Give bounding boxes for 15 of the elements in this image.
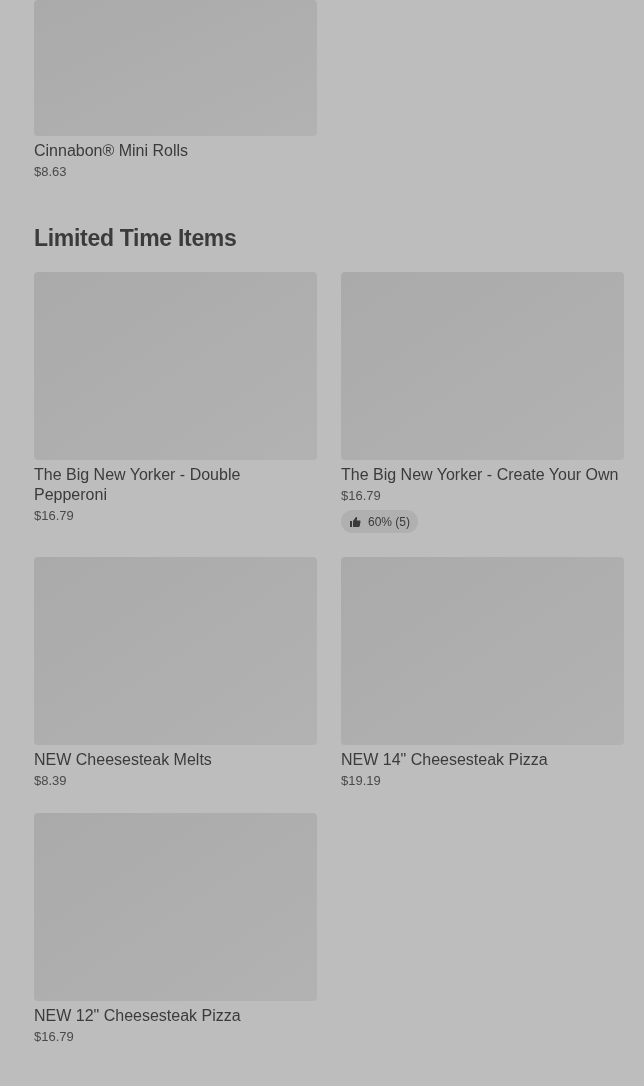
item-price: $16.79 bbox=[34, 508, 75, 524]
item-name: The Big New Yorker - Create Your Own bbox=[341, 465, 620, 485]
thumbs-up-icon bbox=[349, 515, 361, 528]
rating-text: 60% (5) bbox=[368, 513, 411, 531]
section-heading: Limited Time Items bbox=[34, 224, 238, 252]
item-price: $8.39 bbox=[34, 773, 68, 789]
item-price: $19.19 bbox=[341, 773, 382, 789]
item-name: NEW 14" Cheesesteak Pizza bbox=[341, 750, 549, 770]
item-name: Cinnabon® Mini Rolls bbox=[34, 141, 190, 161]
item-price: $16.79 bbox=[34, 1029, 75, 1045]
item-price: $8.63 bbox=[34, 164, 68, 180]
item-name: The Big New Yorker - Double Pepperoni bbox=[34, 465, 242, 505]
item-name: NEW Cheesesteak Melts bbox=[34, 750, 213, 770]
item-name: NEW 12" Cheesesteak Pizza bbox=[34, 1006, 242, 1026]
item-price: $16.79 bbox=[341, 488, 382, 504]
